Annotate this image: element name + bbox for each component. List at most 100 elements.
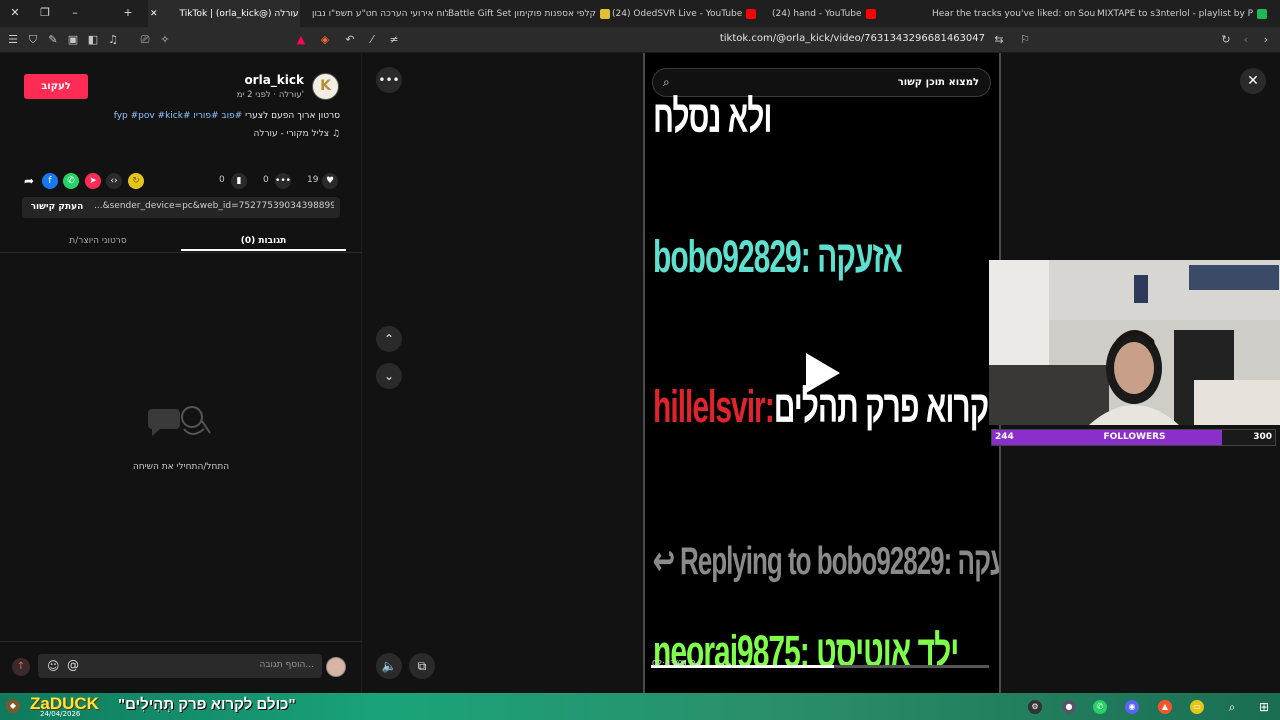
creator-subline: עורלה · לפני 2 ימ' — [236, 90, 304, 100]
whatsapp-icon[interactable]: ✆ — [63, 173, 79, 189]
tab-label: (24) hand - YouTube — [772, 8, 862, 19]
volume-icon[interactable]: 🔈 — [376, 653, 402, 679]
browser-tab[interactable]: לוח אירועי הערכה חט"ע תשפ"ו נבון — [312, 0, 448, 27]
ticker-text: "כולם לקרוא פרק תְּהִילִים" — [118, 696, 296, 713]
copy-link-button[interactable]: העתק קישור — [22, 197, 92, 218]
share-arrow-icon[interactable]: ➦ — [21, 173, 37, 189]
obs-icon[interactable]: ● — [1062, 700, 1076, 714]
creator-username[interactable]: orla_kick — [200, 73, 304, 87]
creator-avatar[interactable]: K — [312, 73, 339, 100]
video-player[interactable]: ⌕ למצוא תוכן קשור ולא נסלח bobo92829: אז… — [643, 53, 1001, 693]
emoji-icon[interactable]: ☺ — [47, 659, 60, 673]
translate-icon[interactable]: ⁄ — [365, 33, 379, 47]
browser-tab[interactable]: (24) hand - YouTube — [772, 0, 932, 27]
tab-label: Hear the tracks you've liked: on Sou — [932, 8, 1096, 19]
play-icon[interactable] — [806, 353, 840, 393]
music-icon[interactable]: ♫ — [106, 33, 120, 47]
screenshot-icon[interactable]: ⎚ — [138, 33, 152, 47]
tab-comments[interactable]: תגובות (0) — [181, 231, 346, 251]
comment-icon[interactable]: ••• — [275, 173, 291, 189]
network-icon[interactable]: ⚙ — [1028, 700, 1042, 714]
restore-window-icon[interactable]: ❐ — [38, 6, 52, 20]
empty-comments-icon — [148, 406, 211, 436]
browser-tab[interactable]: Battle Gift Set קלפי אספנות פוקימון — [448, 0, 612, 27]
folder-icon[interactable]: ▭ — [1190, 700, 1204, 714]
video-time: 02:03/01:24 — [652, 659, 701, 668]
brave-tray-icon[interactable]: ▲ — [1158, 700, 1172, 714]
video-details-panel: לעקוב orla_kick עורלה · לפני 2 ימ' K סרט… — [0, 53, 362, 693]
close-tab-icon[interactable]: ✕ — [150, 9, 158, 19]
mini-player-icon[interactable]: ⧉ — [409, 653, 435, 679]
followers-goal-bar: 244 FOLLOWERS 300 — [991, 429, 1276, 446]
back-icon[interactable]: ‹ — [1239, 33, 1253, 47]
caption-text: סרטון ארוך הפעם לצערי — [242, 111, 340, 121]
caption-hashtags[interactable]: #פוב #פוריו #fyp #pov #kick — [114, 111, 243, 121]
tab-favicon-icon — [599, 8, 610, 19]
search-taskbar-icon[interactable]: ⌕ — [1225, 700, 1239, 714]
video-line-user: hillelsvir: — [653, 383, 775, 433]
heart-icon[interactable]: ♥ — [322, 173, 338, 189]
tab-favicon-icon — [1257, 8, 1268, 19]
menu-icon[interactable]: ☰ — [6, 33, 20, 47]
brave-rewards-icon[interactable]: ◈ — [318, 33, 332, 47]
music-credit[interactable]: ♫ צליל מקורי - עורלה — [24, 129, 340, 139]
browser-tab[interactable]: Hear the tracks you've liked: on Sou — [932, 0, 1097, 27]
browser-tab[interactable]: MIXTAPE to s3nterlol - playlist by P — [1097, 0, 1280, 27]
followers-current: 244 — [995, 432, 1014, 442]
bookmark-icon[interactable]: ⚐ — [1018, 33, 1032, 47]
next-video-icon[interactable]: ⌄ — [376, 363, 402, 389]
sidebar-icon[interactable]: ◧ — [86, 33, 100, 47]
mention-icon[interactable]: @ — [67, 658, 79, 672]
tab-label: לוח אירועי הערכה חט"ע תשפ"ו נבון — [312, 8, 448, 19]
follow-button[interactable]: לעקוב — [24, 74, 88, 99]
tab-creator-videos[interactable]: סרטוני היוצר/ת — [18, 231, 178, 251]
comment-input[interactable]: ☺ @ הוסף תגובה... — [38, 654, 322, 678]
action-row: ➦ f ✆ ➤ ‹› ↻ 0 ▮ 0 ••• 19 ♥ — [0, 173, 362, 193]
browser-tab[interactable]: (24) OdedSVR Live - YouTube — [612, 0, 772, 27]
pen-icon[interactable]: ✎ — [46, 33, 60, 47]
webcam-image — [989, 260, 1280, 425]
facebook-icon[interactable]: f — [42, 173, 58, 189]
followers-label: FOLLOWERS — [1103, 432, 1166, 442]
shield-icon[interactable]: ⛉ — [26, 33, 40, 47]
reload-icon[interactable]: ↻ — [1219, 33, 1233, 47]
speed-dial-icon[interactable]: ≠ — [387, 33, 401, 47]
save-count: 0 — [219, 175, 225, 185]
new-tab-icon[interactable]: + — [121, 6, 135, 20]
close-window-icon[interactable]: ✕ — [8, 6, 22, 20]
tab-label: Battle Gift Set קלפי אספנות פוקימון — [448, 8, 596, 19]
close-icon[interactable]: ✕ — [1240, 68, 1266, 94]
send-comment-button[interactable]: ↑ — [12, 658, 30, 676]
site-settings-icon[interactable]: ⇆ — [992, 33, 1006, 47]
more-options-icon[interactable]: ••• — [376, 67, 402, 93]
discord-icon[interactable]: ◉ — [1125, 700, 1139, 714]
brave-shield-icon[interactable]: ▲ — [294, 33, 308, 47]
tab-favicon-icon — [865, 8, 876, 19]
extensions-icon[interactable]: ✧ — [158, 33, 172, 47]
share-link-text[interactable]: ...&sender_device=pc&web_id=752775390343… — [94, 201, 334, 211]
video-text-line: neorai9875: ילד אוטיסט — [653, 628, 959, 678]
progress-bar[interactable] — [651, 665, 989, 668]
browser-toolbar: ☰ ⛉ ✎ ▣ ◧ ♫ ⎚ ✧ ▲ ◈ ↶ ⁄ ≠ tiktok.com/@or… — [0, 27, 1280, 53]
stream-taskbar: ◆ ZaDUCK 24/04/2026 "כולם לקרוא פרק תְּה… — [0, 693, 1280, 720]
embed-icon[interactable]: ‹› — [106, 173, 122, 189]
empty-comments-text: התחל/התחילי את השיחה — [132, 462, 230, 472]
repost-icon[interactable]: ↻ — [128, 173, 144, 189]
share-page-icon[interactable]: ↶ — [343, 33, 357, 47]
tab-label: TikTok | (orla_kick@) עורלה — [179, 8, 299, 19]
taskbar-date: 24/04/2026 — [40, 710, 81, 718]
video-text-line: ↩ Replying to bobo92829: אזעקה — [653, 538, 1001, 583]
minimize-window-icon[interactable]: – — [68, 6, 82, 20]
windows-start-icon[interactable]: ⊞ — [1257, 700, 1271, 714]
whatsapp-tray-icon[interactable]: ✆ — [1093, 700, 1107, 714]
address-bar[interactable]: tiktok.com/@orla_kick/video/763134329668… — [700, 33, 985, 44]
comment-count: 0 — [263, 175, 269, 185]
previous-video-icon[interactable]: ⌃ — [376, 326, 402, 352]
send-to-friend-icon[interactable]: ➤ — [85, 173, 101, 189]
bookmark-save-icon[interactable]: ▮ — [231, 173, 247, 189]
video-text-line: ולא נסלח — [653, 93, 772, 143]
browser-tab[interactable]: ✕ TikTok | (orla_kick@) עורלה — [148, 0, 300, 27]
user-avatar — [326, 657, 346, 677]
tabs-icon[interactable]: ▣ — [66, 33, 80, 47]
forward-icon[interactable]: › — [1259, 33, 1273, 47]
